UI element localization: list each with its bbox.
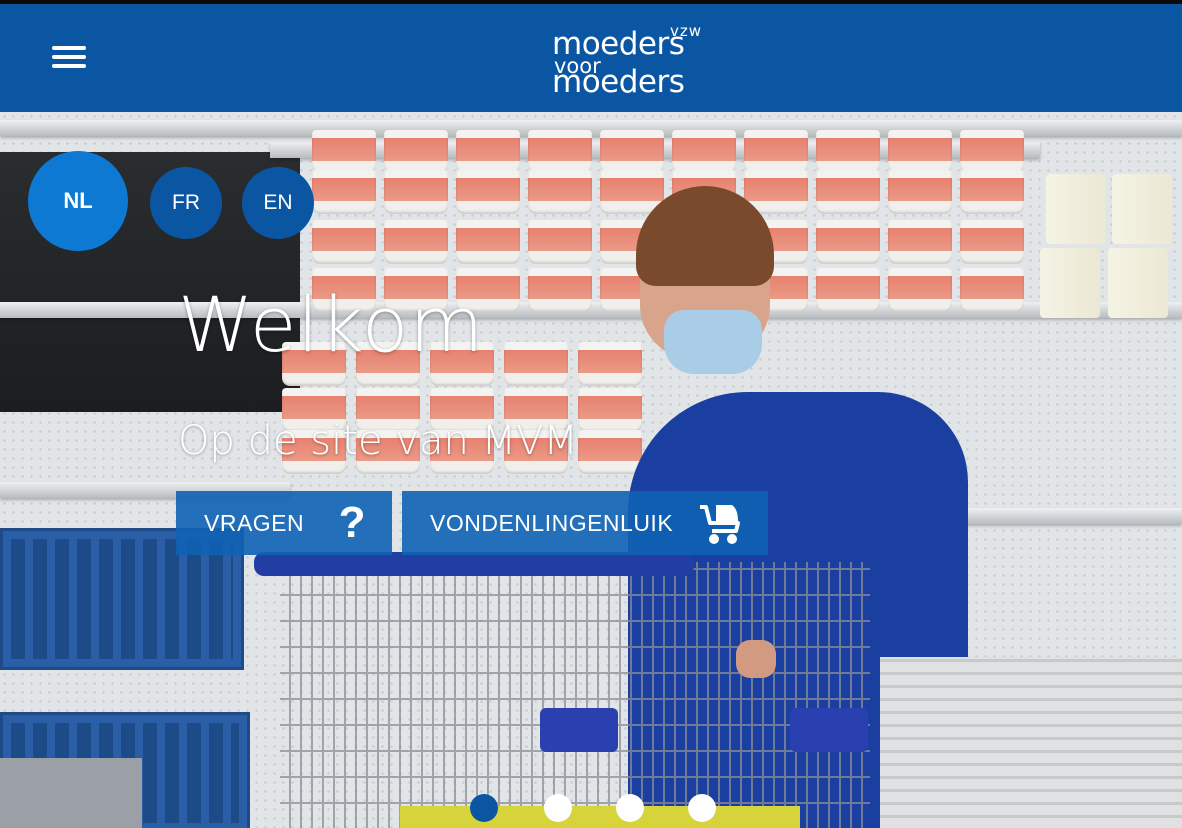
photo-volunteer-hand	[736, 640, 776, 678]
carousel-dot-4[interactable]	[688, 794, 716, 822]
photo-food-container	[504, 342, 568, 386]
photo-food-container	[672, 130, 736, 174]
photo-cart-bumper	[790, 708, 868, 752]
photo-cart-handle	[254, 552, 694, 576]
photo-food-container	[578, 342, 642, 386]
photo-food-container	[816, 130, 880, 174]
question-mark-icon: ?	[338, 498, 366, 547]
photo-face-mask	[664, 310, 762, 374]
logo-line-3: moeders	[552, 64, 685, 100]
carousel-dot-1[interactable]	[470, 794, 498, 822]
vragen-button-label: VRAGEN	[204, 509, 305, 536]
carousel-dot-2[interactable]	[544, 794, 572, 822]
photo-white-container	[1108, 248, 1168, 318]
vondelingenluik-button[interactable]: VONDENLINGENLUIK	[402, 491, 768, 555]
photo-food-container	[960, 130, 1024, 174]
photo-food-container	[384, 170, 448, 214]
vondelingenluik-button-label: VONDENLINGENLUIK	[430, 509, 674, 536]
photo-gray-box	[0, 758, 142, 828]
photo-food-container	[528, 268, 592, 312]
photo-food-container	[384, 130, 448, 174]
site-header: vzw moeders voor moeders	[0, 4, 1182, 112]
photo-food-container	[528, 130, 592, 174]
photo-food-container	[312, 170, 376, 214]
site-logo[interactable]: vzw moeders voor moeders	[552, 18, 712, 100]
photo-food-container	[816, 268, 880, 312]
photo-shopping-cart	[280, 562, 870, 828]
photo-white-container	[1040, 248, 1100, 318]
photo-stacked-trays	[880, 657, 1182, 828]
photo-food-container	[960, 170, 1024, 214]
hamburger-menu-icon[interactable]	[50, 42, 88, 72]
photo-white-container	[1046, 174, 1106, 244]
photo-food-container	[456, 220, 520, 264]
baby-carriage-icon	[696, 501, 742, 551]
photo-food-container	[312, 130, 376, 174]
photo-food-container	[888, 220, 952, 264]
language-fr-button[interactable]: FR	[150, 167, 222, 239]
photo-food-container	[456, 130, 520, 174]
vragen-button[interactable]: VRAGEN ?	[176, 491, 392, 555]
photo-food-container	[528, 170, 592, 214]
photo-food-container	[456, 170, 520, 214]
carousel-dot-3[interactable]	[616, 794, 644, 822]
language-nl-button[interactable]: NL	[28, 151, 128, 251]
hero-title: Welkom	[178, 280, 485, 369]
photo-food-container	[888, 268, 952, 312]
photo-shelf	[940, 508, 1182, 524]
photo-food-container	[888, 130, 952, 174]
photo-food-container	[600, 130, 664, 174]
language-en-button[interactable]: EN	[242, 167, 314, 239]
photo-food-container	[312, 220, 376, 264]
photo-food-container	[384, 220, 448, 264]
photo-food-container	[960, 220, 1024, 264]
photo-yellow-bar	[400, 806, 800, 828]
photo-cart-bumper	[540, 708, 618, 752]
photo-food-container	[816, 220, 880, 264]
photo-food-container	[960, 268, 1024, 312]
photo-food-container	[528, 220, 592, 264]
photo-white-container	[1112, 174, 1172, 244]
photo-food-container	[816, 170, 880, 214]
photo-food-container	[578, 388, 642, 432]
hero-subtitle: Op de site van MVM	[178, 418, 578, 464]
photo-food-container	[744, 130, 808, 174]
photo-food-container	[888, 170, 952, 214]
photo-food-container	[578, 430, 642, 474]
